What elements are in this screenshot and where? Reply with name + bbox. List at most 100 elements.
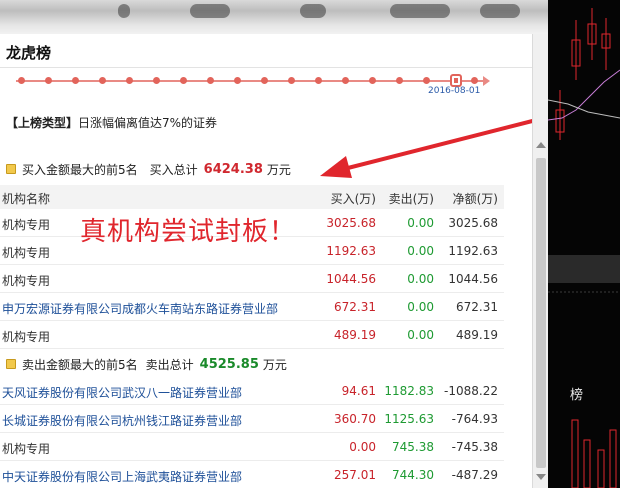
listing-type-label: 【上榜类型】 [6,116,79,130]
seat-name: 机构专用 [2,274,51,288]
table-row: 机构专用 1044.56 0.00 1044.56 [0,266,504,293]
net-amount: 489.19 [456,328,498,342]
seat-name-link[interactable]: 长城证券股份有限公司杭州钱江路证券营业部 [2,412,242,429]
buy-total-value: 6424.38 [203,161,263,177]
blur-smudge [480,4,520,18]
timeline-dot[interactable] [207,77,214,84]
sell-amount: 0.00 [407,272,434,286]
annotation-text: 真机构尝试封板！ [80,217,297,247]
table-row: 天风证券股份有限公司武汉八一路证券营业部 94.61 1182.83 -1088… [0,378,504,405]
buy-amount: 1044.56 [326,272,376,286]
timeline-dot[interactable] [261,77,268,84]
sell-amount: 0.00 [407,216,434,230]
seat-name-link[interactable]: 中天证券股份有限公司上海武夷路证券营业部 [2,468,242,485]
sell-amount: 1125.63 [384,412,434,426]
sell-amount: 745.38 [392,440,434,454]
title-divider [0,67,532,68]
listing-type-text: 日涨幅偏离值达7%的证券 [78,116,218,130]
seat-name-link[interactable]: 申万宏源证券有限公司成都火车南站东路证券营业部 [2,300,278,317]
col-buy-header: 买入(万) [330,192,376,206]
net-amount: 3025.68 [448,216,498,230]
col-net-header: 净额(万) [452,192,498,206]
scroll-up-icon[interactable] [536,142,546,148]
blur-smudge [190,4,230,18]
seat-name: 机构专用 [2,330,51,344]
net-amount: 1192.63 [448,244,498,258]
sell-section-header: 卖出金额最大的前5名 卖出总计 4525.85 万元 [6,355,287,373]
blur-smudge [390,4,450,18]
table-row: 机构专用 489.19 0.00 489.19 [0,322,504,349]
timeline-dot[interactable] [423,77,430,84]
scroll-down-icon[interactable] [536,474,546,480]
seat-name: 机构专用 [2,218,51,232]
seat-name-link[interactable]: 天风证券股份有限公司武汉八一路证券营业部 [2,384,242,401]
buy-total-label: 买入总计 [149,162,198,177]
candlestick-chart-strip: 榜 [548,0,620,488]
col-name-header: 机构名称 [2,192,51,206]
buy-amount: 3025.68 [326,216,376,230]
sell-total-unit: 万元 [262,357,287,372]
timeline-dot[interactable] [45,77,52,84]
timeline-dot[interactable] [153,77,160,84]
date-timeline [16,74,490,88]
table-row: 长城证券股份有限公司杭州钱江路证券营业部 360.70 1125.63 -764… [0,406,504,433]
net-amount: 672.31 [456,300,498,314]
timeline-dot[interactable] [369,77,376,84]
timeline-dot[interactable] [126,77,133,84]
buy-amount: 1192.63 [326,244,376,258]
timeline-line [16,80,486,82]
timeline-date: 2016-08-01 [428,86,481,96]
net-amount: -487.29 [451,468,498,482]
sell-amount: 0.00 [407,300,434,314]
buy-amount: 672.31 [334,300,376,314]
candlestick-graphic [548,8,620,488]
sell-total-value: 4525.85 [199,356,259,372]
sell-amount: 0.00 [407,328,434,342]
col-sell-header: 卖出(万) [388,192,434,206]
blur-smudge [300,4,326,18]
timeline-dot[interactable] [342,77,349,84]
dragon-tiger-panel: 龙虎榜 2016-08-01 【上榜类型】日涨幅偏离值达7%的证券 买入金额最大… [0,34,532,488]
vertical-scrollbar[interactable] [532,34,548,488]
blur-smudge [118,4,130,18]
table-row: 申万宏源证券有限公司成都火车南站东路证券营业部 672.31 0.00 672.… [0,294,504,321]
buy-amount: 360.70 [334,412,376,426]
buy-amount: 94.61 [341,384,376,398]
timeline-dot[interactable] [72,77,79,84]
net-amount: -764.93 [451,412,498,426]
sell-amount: 0.00 [407,244,434,258]
buy-amount: 489.19 [334,328,376,342]
seat-name: 机构专用 [2,246,51,260]
table-row: 机构专用 0.00 745.38 -745.38 [0,434,504,461]
annotation-arrow-icon [320,114,554,178]
seat-name: 机构专用 [2,442,51,456]
buy-amount: 0.00 [349,440,376,454]
buy-total-unit: 万元 [266,162,291,177]
buy-amount: 257.01 [334,468,376,482]
timeline-dot[interactable] [315,77,322,84]
timeline-dot[interactable] [18,77,25,84]
timeline-dot[interactable] [234,77,241,84]
sell-amount: 744.30 [392,468,434,482]
net-amount: -745.38 [451,440,498,454]
sell-total-label: 卖出总计 [145,357,194,372]
timeline-arrow-icon [483,76,490,86]
buy-section-label: 买入金额最大的前5名 [22,162,138,177]
net-amount: 1044.56 [448,272,498,286]
scroll-thumb[interactable] [536,158,546,468]
net-amount: -1088.22 [444,384,498,398]
timeline-dot[interactable] [471,77,478,84]
document-icon [6,164,16,174]
sell-section-label: 卖出金额最大的前5名 [22,357,138,372]
sell-amount: 1182.83 [384,384,434,398]
panel-title: 龙虎榜 [6,44,52,62]
top-blurred-bar [0,0,550,36]
timeline-dot[interactable] [99,77,106,84]
timeline-dot[interactable] [396,77,403,84]
timeline-dot[interactable] [288,77,295,84]
table-row: 中天证券股份有限公司上海武夷路证券营业部 257.01 744.30 -487.… [0,462,504,488]
buy-section-header: 买入金额最大的前5名 买入总计 6424.38 万元 [6,160,291,178]
timeline-dot[interactable] [180,77,187,84]
side-chart-label: 榜 [570,388,584,403]
listing-type: 【上榜类型】日涨幅偏离值达7%的证券 [6,114,217,131]
